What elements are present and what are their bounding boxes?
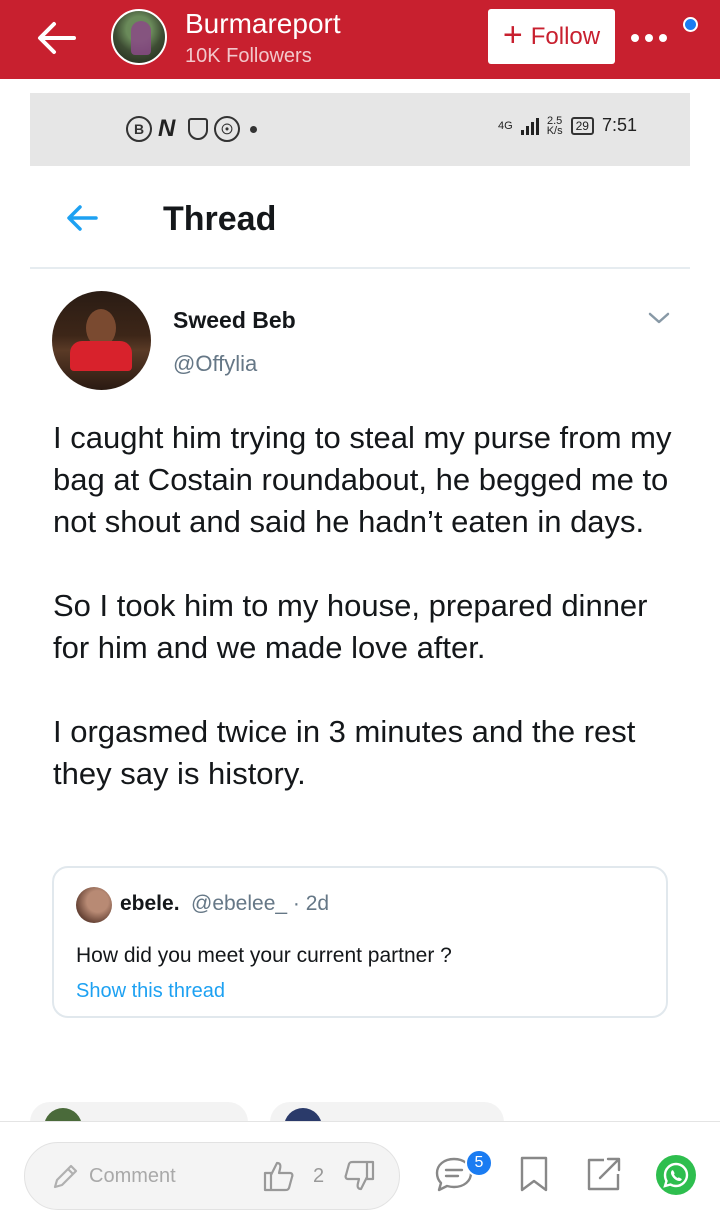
network-type: 4G (498, 119, 513, 132)
thumbs-up-icon[interactable] (261, 1158, 297, 1194)
followers-count: 10K Followers (185, 45, 312, 67)
plus-icon: + (502, 16, 523, 54)
embedded-status-bar: B N ☉ 4G 2.5 K/s 29 7:51 (30, 93, 690, 166)
quoted-author-meta: @ebelee_ · 2d (191, 892, 330, 915)
tweet-paragraph: I orgasmed twice in 3 minutes and the re… (53, 714, 636, 791)
thread-back-arrow-icon[interactable] (64, 202, 100, 234)
quoted-author-name: ebele. (120, 892, 180, 915)
thread-header: Thread (30, 166, 690, 269)
speed-unit: K/s (546, 124, 563, 137)
channel-title[interactable]: Burmareport (185, 8, 341, 40)
more-options-icon[interactable] (631, 34, 671, 44)
n-app-icon: N (158, 115, 176, 142)
author-name[interactable]: Sweed Beb (173, 307, 296, 334)
whatsapp-glyph (663, 1162, 689, 1188)
browser-icon: ☉ (214, 116, 240, 142)
bottom-action-bar: Comment 2 5 (0, 1121, 720, 1227)
tweet-text: I caught him trying to steal my purse fr… (53, 417, 673, 837)
shield-icon (188, 118, 208, 140)
tweet-paragraph: So I took him to my house, prepared dinn… (53, 588, 648, 665)
follow-label: Follow (530, 22, 601, 50)
dot-icon (250, 125, 257, 133)
quoted-tweet[interactable]: ebele. @ebelee_ · 2d How did you meet yo… (52, 866, 668, 1018)
show-thread-link[interactable]: Show this thread (76, 980, 225, 1003)
chevron-down-icon[interactable] (646, 308, 672, 328)
comment-count-badge: 5 (465, 1149, 493, 1177)
network-speed: 2.5 K/s (546, 115, 563, 137)
signal-icon (520, 117, 539, 135)
author-handle[interactable]: @Offylia (173, 351, 257, 377)
comment-input[interactable]: Comment 2 (24, 1142, 400, 1210)
thumbs-down-icon[interactable] (341, 1158, 377, 1194)
status-left-icons: B N ☉ (126, 115, 257, 143)
like-count: 2 (313, 1165, 325, 1187)
pencil-icon (53, 1164, 78, 1189)
app-bar: Burmareport 10K Followers + Follow (0, 0, 720, 79)
thread-title: Thread (163, 200, 277, 238)
notification-dot (683, 17, 698, 32)
whatsapp-icon[interactable] (656, 1155, 696, 1195)
quoted-text: How did you meet your current partner ? (76, 944, 452, 967)
status-time: 7:51 (601, 115, 637, 135)
tweet-paragraph: I caught him trying to steal my purse fr… (53, 420, 672, 539)
share-icon[interactable] (584, 1154, 624, 1194)
quoted-avatar (76, 887, 112, 923)
bookmark-icon[interactable] (514, 1154, 554, 1194)
author-avatar[interactable] (52, 291, 151, 390)
back-arrow-icon[interactable] (34, 18, 78, 58)
battery-icon: 29 (570, 116, 594, 135)
follow-button[interactable]: + Follow (488, 9, 615, 64)
b-app-icon: B (126, 116, 152, 142)
comment-placeholder: Comment (89, 1165, 176, 1187)
status-right-icons: 4G 2.5 K/s 29 7:51 (498, 115, 637, 136)
channel-avatar[interactable] (111, 9, 167, 65)
